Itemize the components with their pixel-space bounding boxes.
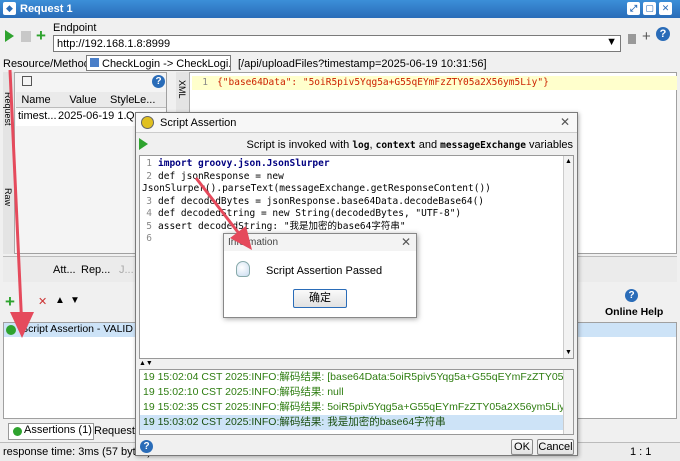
arrow-line-diagonal	[194, 177, 246, 241]
annotation-arrows	[8, 69, 252, 338]
arrow-head-diagonal	[230, 226, 252, 250]
arrow-line-down	[8, 69, 24, 331]
arrow-head-down	[10, 312, 34, 338]
